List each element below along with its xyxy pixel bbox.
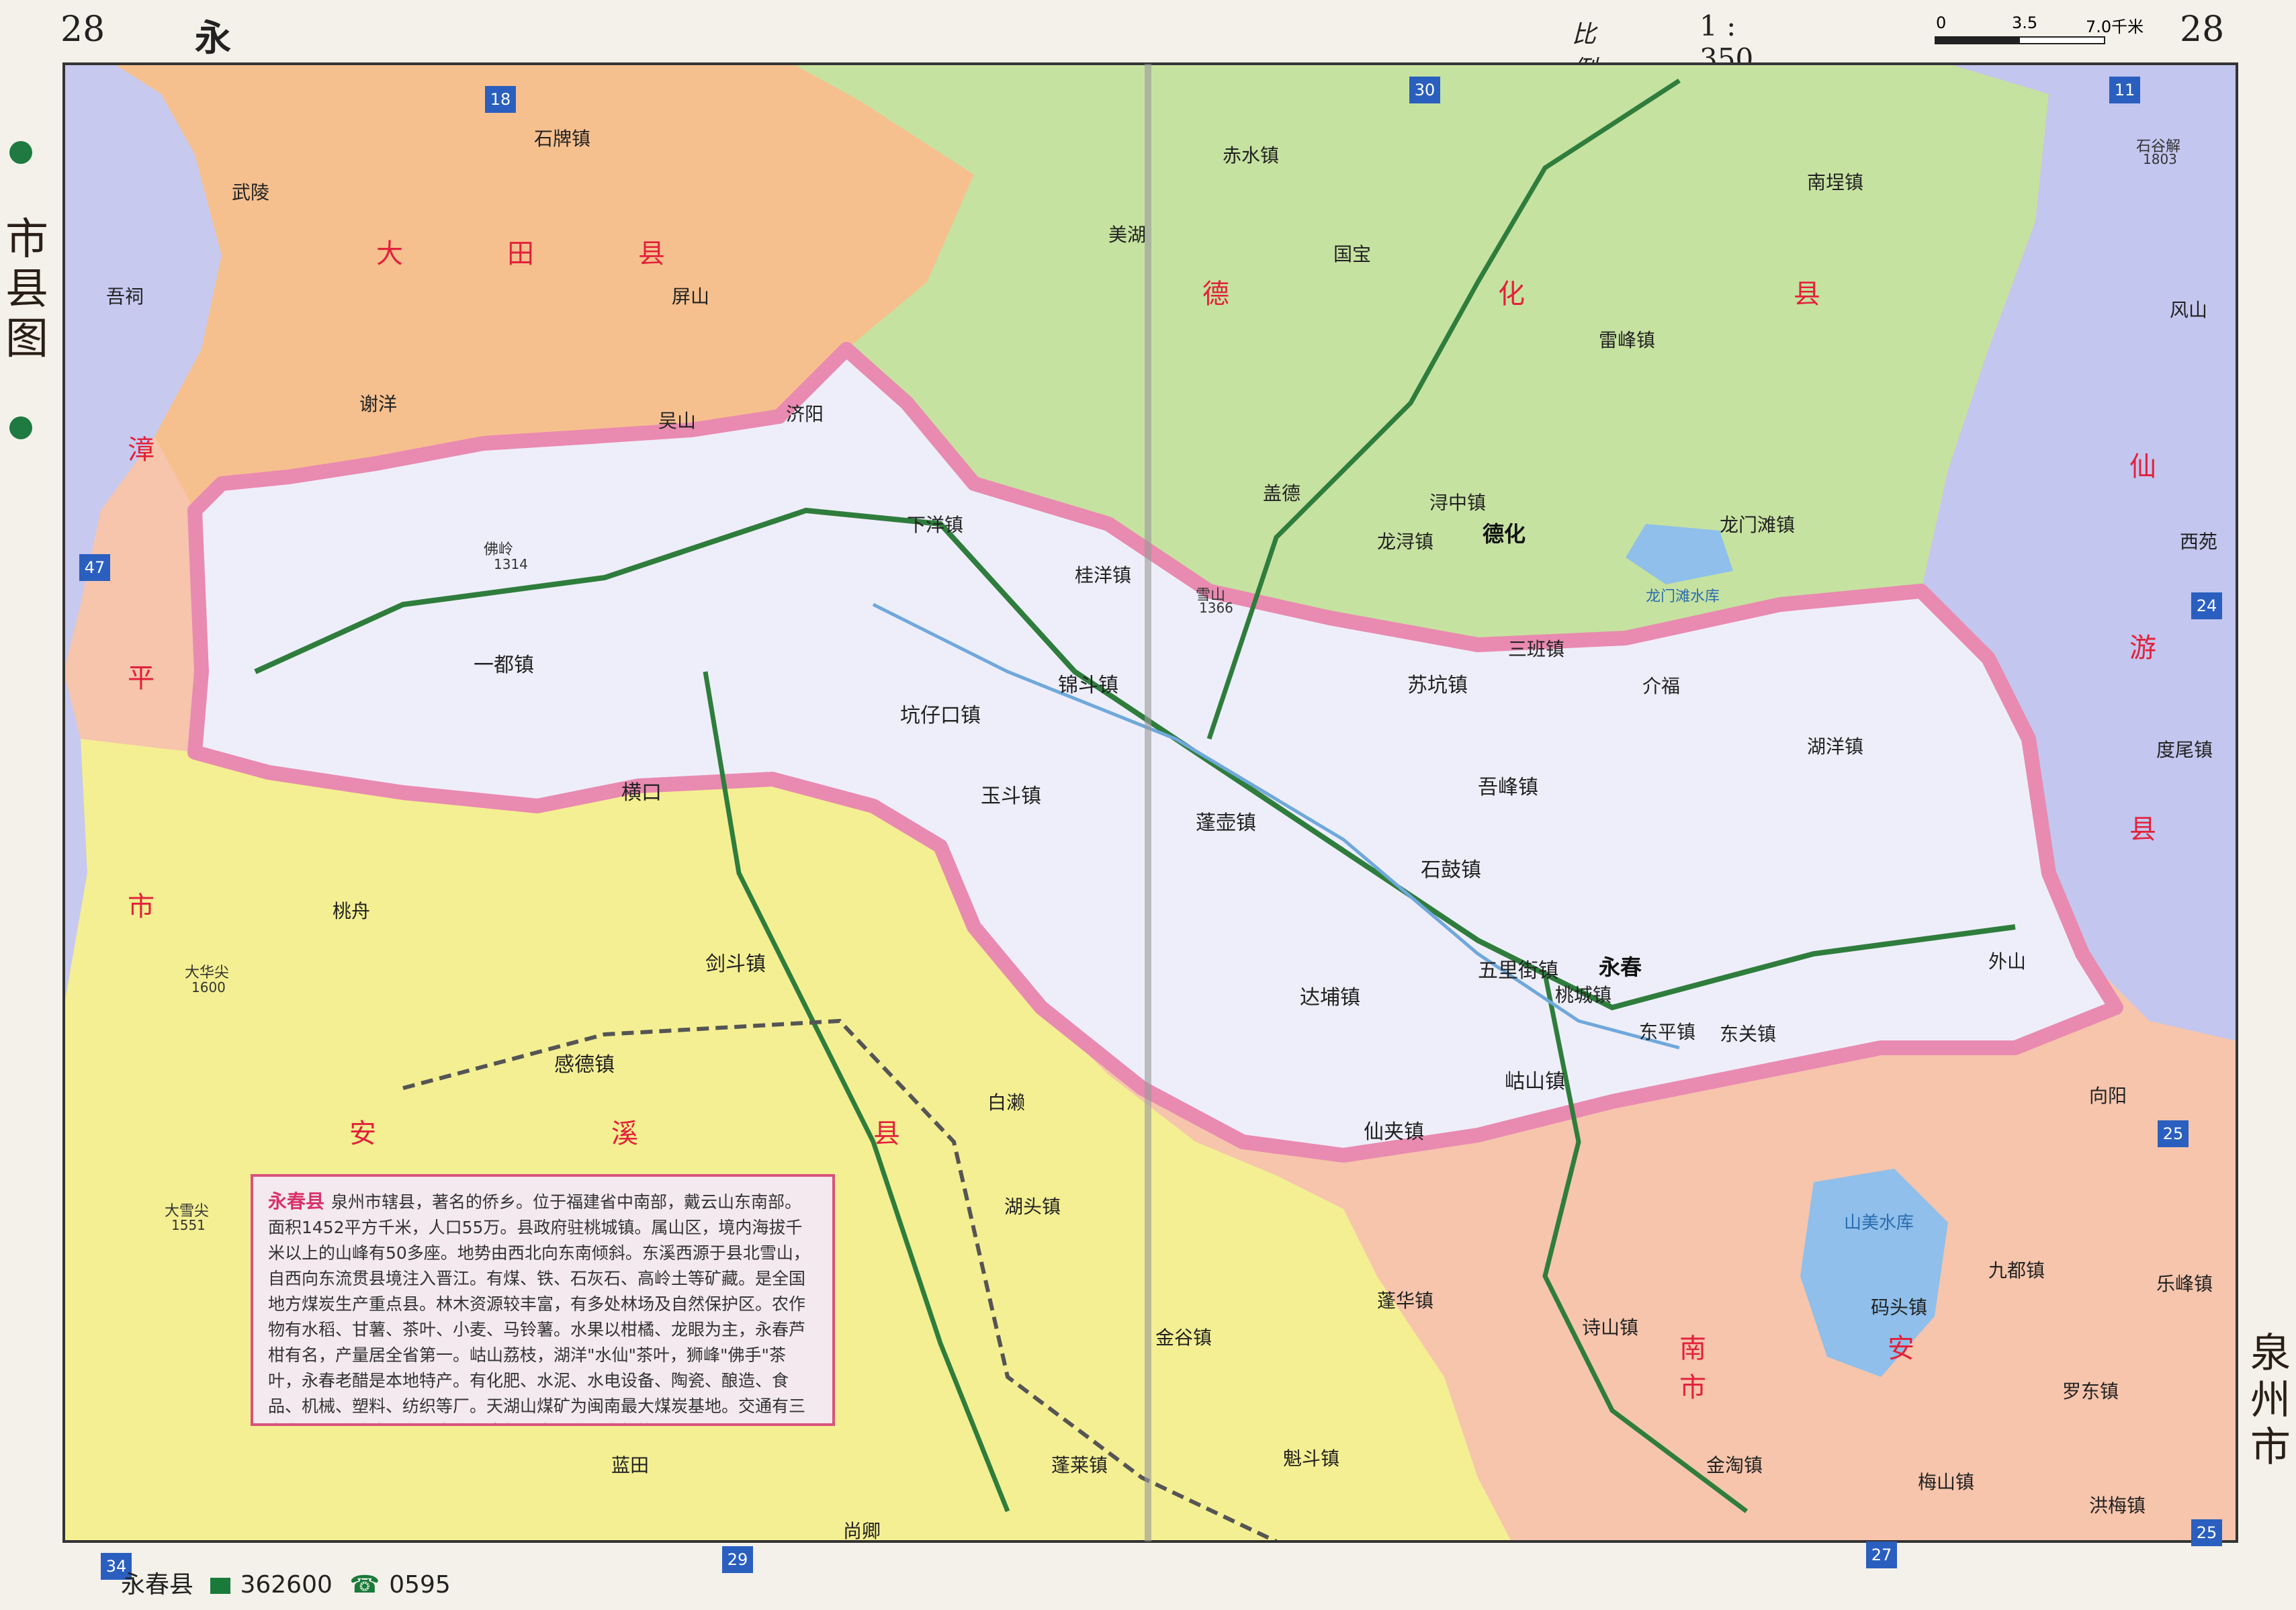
peak-height: 1803 [2143,151,2177,167]
town-label[interactable]: 苏坑镇 [1407,668,1468,698]
town-label[interactable]: 五里街镇 [1478,954,1558,983]
town-label[interactable]: 龙浔镇 [1377,527,1433,554]
town-label[interactable]: 桂洋镇 [1075,561,1131,588]
footer: 永春县 362600 ☎ 0595 [121,1565,460,1600]
footer-name: 永春县 [121,1571,194,1599]
town-label[interactable]: 吾祠 [106,282,144,309]
highway-marker-27: 27 [1866,1541,1897,1568]
peak-height: 1366 [1199,600,1233,616]
town-label[interactable]: 桃舟 [333,897,370,924]
footer-areacode: 0595 [389,1571,451,1599]
town-label[interactable]: 南埕镇 [1807,168,1863,195]
peak-height: 1600 [191,979,226,995]
town-label[interactable]: 锦斗镇 [1058,668,1118,698]
highway-marker-24: 24 [2191,592,2222,619]
town-label[interactable]: 永春 [1599,950,1642,981]
highway-marker-47: 47 [79,554,110,581]
town-label[interactable]: 横口 [621,776,662,805]
town-label[interactable]: 赤水镇 [1223,141,1279,168]
town-label[interactable]: 岵山镇 [1505,1065,1565,1094]
town-label[interactable]: 仙夹镇 [1364,1115,1424,1145]
town-label[interactable]: 金谷镇 [1155,1323,1212,1350]
lake-label: 龙门滩水库 [1646,588,1720,605]
town-label[interactable]: 感德镇 [554,1048,615,1077]
town-label[interactable]: 码头镇 [1871,1293,1927,1320]
town-label[interactable]: 白濑 [987,1088,1025,1115]
town-label[interactable]: 蓬壶镇 [1196,806,1256,836]
town-label[interactable]: 外山 [1988,947,2026,974]
town-label[interactable]: 洪梅镇 [2089,1491,2146,1518]
town-label[interactable]: 梅山镇 [1918,1468,1974,1494]
town-label[interactable]: 乐峰镇 [2156,1269,2213,1296]
town-label[interactable]: 浔中镇 [1429,488,1486,515]
town-label[interactable]: 下洋镇 [907,510,963,537]
town-label[interactable]: 雷峰镇 [1599,326,1655,353]
town-label[interactable]: 诗山镇 [1582,1313,1638,1340]
info-box-text: 泉州市辖县，著名的侨乡。位于福建省中南部，戴云山东南部。面积1452平方千米，人… [268,1192,810,1423]
town-label[interactable]: 吴山 [658,406,696,433]
town-label[interactable]: 达埔镇 [1300,981,1360,1010]
town-label[interactable]: 玉斗镇 [981,779,1041,809]
town-label[interactable]: 蓝田 [611,1451,649,1478]
town-label[interactable]: 尚卿 [843,1517,881,1544]
town-label[interactable]: 东关镇 [1720,1020,1776,1046]
telephone-icon: ☎ [349,1571,380,1599]
peak-height: 1314 [494,556,528,572]
town-label[interactable]: 湖洋镇 [1807,732,1863,759]
region-label-anxi: 安溪县 [349,1118,1135,1149]
town-label[interactable]: 蓬莱镇 [1051,1451,1108,1478]
town-label[interactable]: 济阳 [786,400,824,427]
town-label[interactable]: 盖德 [1263,479,1300,506]
town-label[interactable]: 德化 [1483,517,1526,548]
town-label[interactable]: 武陵 [232,178,269,205]
lake-label: 山美水库 [1844,1213,1914,1233]
postcode-icon [210,1578,231,1594]
town-label[interactable]: 屏山 [672,282,709,309]
region-label-zhangping: 漳平市 [128,435,154,922]
town-label[interactable]: 西苑 [2180,527,2217,554]
town-label[interactable]: 罗东镇 [2062,1377,2119,1404]
highway-marker-11: 11 [2109,77,2140,103]
footer-postcode: 362600 [240,1571,333,1599]
highway-marker-25a: 25 [2158,1120,2189,1147]
town-label[interactable]: 坑仔口镇 [900,699,981,728]
town-label[interactable]: 度尾镇 [2156,735,2213,762]
region-label-dehua: 德化县 [1202,279,2089,310]
town-label[interactable]: 蓬华镇 [1377,1286,1433,1313]
town-label[interactable]: 介福 [1642,672,1680,699]
town-label[interactable]: 东平镇 [1639,1018,1695,1044]
info-box-title: 永春县 [268,1190,325,1212]
town-label[interactable]: 金淘镇 [1706,1451,1763,1478]
highway-marker-25b: 25 [2191,1519,2222,1546]
town-label[interactable]: 九都镇 [1988,1256,2045,1283]
region-label-nanan: 南安市 [1679,1333,2096,1403]
highway-marker-30: 30 [1409,77,1440,103]
town-label[interactable]: 桃城镇 [1555,981,1611,1008]
town-label[interactable]: 石牌镇 [534,124,590,151]
info-box: 永春县 泉州市辖县，著名的侨乡。位于福建省中南部，戴云山东南部。面积1452平方千… [251,1174,835,1426]
region-label-xianyou: 仙游县 [2129,451,2156,845]
town-label[interactable]: 谢洋 [359,390,397,416]
peak-height: 1551 [171,1217,206,1233]
town-label[interactable]: 石鼓镇 [1421,853,1481,883]
town-label[interactable]: 吾峰镇 [1478,770,1538,800]
town-label[interactable]: 湖头镇 [1004,1192,1061,1219]
town-label[interactable]: 风山 [2170,296,2207,322]
town-label[interactable]: 国宝 [1333,240,1371,267]
highway-marker-18: 18 [485,86,516,113]
region-label-datian: 大田县 [376,238,769,269]
town-label[interactable]: 剑斗镇 [705,947,766,977]
town-label[interactable]: 龙门滩镇 [1720,510,1795,537]
highway-marker-29: 29 [722,1546,753,1573]
town-label[interactable]: 一都镇 [474,648,534,678]
town-label[interactable]: 美湖 [1108,220,1146,247]
town-label[interactable]: 三班镇 [1508,635,1564,662]
town-label[interactable]: 向阳 [2089,1081,2127,1108]
town-label[interactable]: 魁斗镇 [1283,1444,1339,1471]
